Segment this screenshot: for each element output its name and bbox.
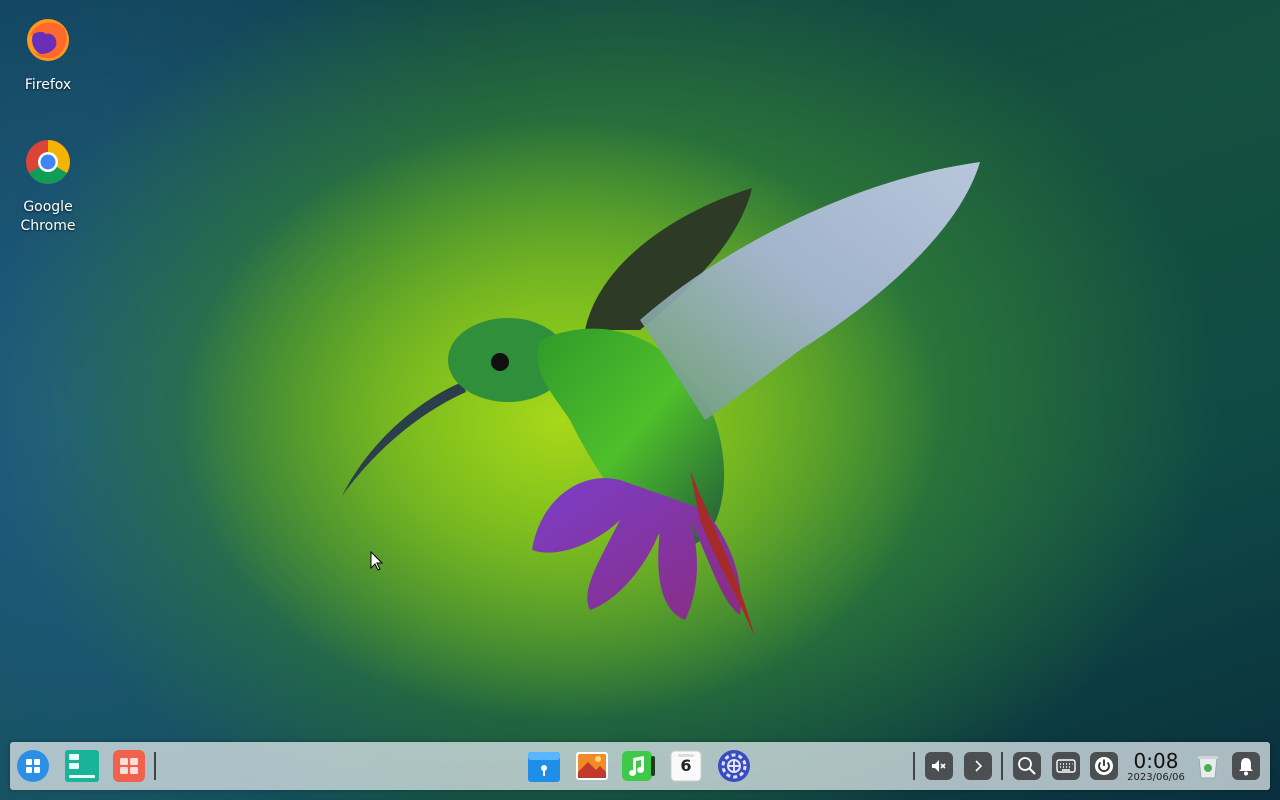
chrome-icon — [26, 140, 70, 184]
control-center-icon — [718, 750, 750, 782]
volume-button[interactable] — [925, 752, 953, 780]
keyboard-button[interactable] — [1052, 752, 1080, 780]
firefox-icon — [27, 19, 69, 61]
desktop-icon-label: Google Chrome — [20, 199, 76, 234]
power-button[interactable] — [1090, 752, 1118, 780]
wallpaper-hummingbird — [342, 162, 980, 638]
keyboard-icon — [1056, 759, 1076, 773]
notifications-button[interactable] — [1232, 752, 1260, 780]
desktop-grid-icon — [113, 750, 145, 782]
clock-time[interactable]: 0:08 — [1128, 750, 1184, 772]
expand-tray-icon — [975, 760, 983, 772]
multitasking-view-button[interactable] — [64, 749, 100, 783]
multitasking-view-icon — [65, 750, 99, 782]
desktop-icon-label: Firefox — [24, 77, 72, 93]
taskbar-divider — [913, 752, 915, 780]
taskbar: 6 0:08 2023/06/06 — [10, 742, 1270, 790]
volume-muted-icon — [932, 760, 946, 772]
desktop-grid-button[interactable] — [112, 749, 146, 783]
calendar-day: 6 — [680, 756, 692, 775]
search-button[interactable] — [1013, 752, 1041, 780]
desktop-icon-firefox[interactable]: Firefox — [3, 16, 93, 95]
image-viewer-button[interactable] — [574, 748, 610, 784]
music-button[interactable] — [620, 748, 656, 784]
mouse-cursor-icon — [370, 551, 384, 571]
bell-icon — [1239, 758, 1253, 776]
taskbar-divider — [1001, 752, 1003, 780]
expand-tray-button[interactable] — [964, 752, 992, 780]
launcher-button[interactable] — [16, 749, 50, 783]
file-manager-button[interactable] — [526, 748, 562, 784]
clock-date: 2023/06/06 — [1127, 772, 1185, 783]
file-manager-icon — [528, 752, 560, 782]
music-icon — [622, 751, 655, 781]
launcher-icon — [17, 750, 49, 782]
desktop-icon-google-chrome[interactable]: Google Chrome — [3, 138, 93, 236]
trash-button[interactable] — [1194, 752, 1222, 780]
trash-icon — [1198, 756, 1218, 779]
calendar-button[interactable]: 6 — [668, 748, 704, 784]
taskbar-divider — [154, 752, 156, 780]
control-center-button[interactable] — [716, 748, 752, 784]
power-icon — [1095, 757, 1113, 775]
image-viewer-icon — [576, 752, 608, 780]
search-icon — [1018, 757, 1036, 775]
